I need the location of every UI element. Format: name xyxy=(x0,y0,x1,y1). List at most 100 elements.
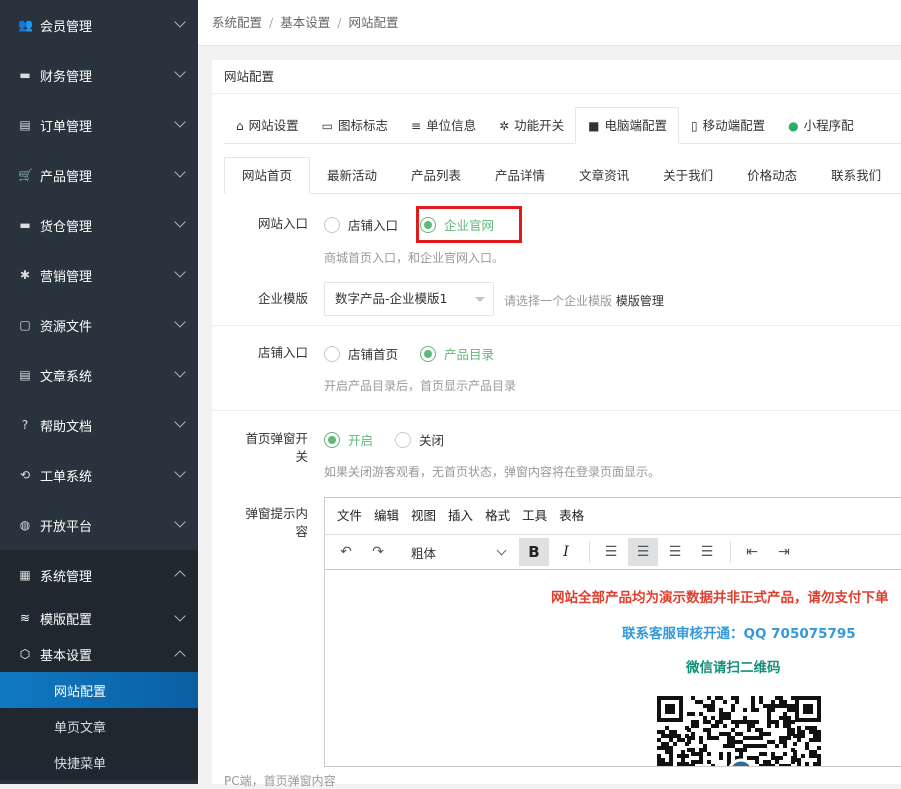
sidebar-item[interactable]: ▤ 文章系统 xyxy=(0,350,198,400)
sidebar-item[interactable]: ▬ 财务管理 xyxy=(0,50,198,100)
editor-menu-item[interactable]: 文件 xyxy=(337,508,362,523)
radio-popup-off[interactable]: 关闭 xyxy=(395,430,444,449)
editor-menu-item[interactable]: 视图 xyxy=(411,508,436,523)
toolbar-divider xyxy=(589,541,590,563)
radio-popup-on[interactable]: 开启 xyxy=(324,430,373,449)
store-entry-label: 店铺入口 xyxy=(257,345,308,360)
page-tab[interactable]: 价格动态 xyxy=(730,158,814,194)
align-left-icon[interactable]: ☰ xyxy=(596,538,626,566)
italic-icon[interactable]: I xyxy=(551,538,581,566)
sidebar-item[interactable]: ⟲ 工单系统 xyxy=(0,450,198,500)
radio-store-home[interactable]: 店铺首页 xyxy=(324,344,398,363)
page-tab[interactable]: 网站首页 xyxy=(224,157,311,194)
config-tab[interactable]: ✲ 功能开关 xyxy=(487,108,575,144)
template-manage-link[interactable]: 模版管理 xyxy=(616,294,664,308)
sidebar-sub-basic-settings[interactable]: ⬡ 基本设置 xyxy=(0,636,198,672)
chevron-down-icon xyxy=(174,66,186,78)
radio-circle-icon xyxy=(324,345,340,362)
config-tab-label: 单位信息 xyxy=(426,118,477,133)
page-tab[interactable]: 文章资讯 xyxy=(562,158,646,194)
indent-icon[interactable]: ⇥ xyxy=(769,538,799,566)
sidebar-item[interactable]: ▢ 资源文件 xyxy=(0,300,198,350)
article-icon: ▤ xyxy=(19,368,31,382)
config-tab-label: 电脑端配置 xyxy=(604,118,668,133)
breadcrumb-separator: / xyxy=(337,15,342,30)
radio-circle-icon xyxy=(324,216,340,233)
site-entry-hint: 商城首页入口，和企业官网入口。 xyxy=(324,251,505,265)
align-justify-icon[interactable]: ☰ xyxy=(692,538,722,566)
sidebar-leaf-site-config[interactable]: 网站配置 xyxy=(0,672,198,708)
sidebar-item[interactable]: ◍ 开放平台 xyxy=(0,500,198,550)
toolbar-divider xyxy=(730,541,731,563)
config-tab[interactable]: ■ 电脑端配置 xyxy=(575,107,680,144)
sidebar-leaf-shortcut-menu[interactable]: 快捷菜单 xyxy=(0,744,198,780)
font-format-value: 粗体 xyxy=(411,545,437,561)
config-tab[interactable]: ▯ 移动端配置 xyxy=(679,108,776,144)
sidebar-leaf-single-page[interactable]: 单页文章 xyxy=(0,708,198,744)
help-icon: ? xyxy=(21,418,29,432)
config-tab[interactable]: ● 小程序配 xyxy=(776,108,865,144)
popup-switch-row: 首页弹窗开关 开启 关闭 如果关闭游客观看，无首页状态，弹窗内容将在登录页面显示。 xyxy=(212,430,901,480)
sidebar: 👥 会员管理 ▬ 财务管理 ▤ 订单管理 🛒 产品管理 ▬ 货仓管理 ✱ 营销管理 ▢ 资源文件 ▤ 文章系统… xyxy=(0,0,198,784)
site-entry-label: 网站入口 xyxy=(257,216,308,231)
config-tab-label: 小程序配 xyxy=(803,118,854,133)
config-tab-label: 网站设置 xyxy=(248,118,299,133)
sidebar-item[interactable]: ▦ 系统管理 xyxy=(0,550,198,600)
config-tab[interactable]: ▭ 图标标志 xyxy=(310,108,399,144)
config-tab[interactable]: ≡ 单位信息 xyxy=(399,108,487,144)
qr-code-image xyxy=(657,696,821,766)
config-tab[interactable]: ⌂ 网站设置 xyxy=(224,108,310,144)
sidebar-item[interactable]: 👥 会员管理 xyxy=(0,0,198,50)
outdent-icon[interactable]: ⇤ xyxy=(737,538,767,566)
page-tab[interactable]: 联系我们 xyxy=(814,158,898,194)
radio-store-entry[interactable]: 店铺入口 xyxy=(324,215,398,234)
editor-menu-item[interactable]: 工具 xyxy=(522,508,547,523)
redo-icon[interactable]: ↷ xyxy=(363,538,393,566)
align-center-icon[interactable]: ☰ xyxy=(628,538,658,566)
editor-menu-item[interactable]: 格式 xyxy=(485,508,510,523)
breadcrumb-separator: / xyxy=(269,15,274,30)
template-select[interactable]: 数字产品-企业模版1 xyxy=(324,282,494,316)
cart-icon: 🛒 xyxy=(18,168,33,182)
page-tab[interactable]: 产品详情 xyxy=(478,158,562,194)
editor-menu-item[interactable]: 插入 xyxy=(448,508,473,523)
chevron-up-icon xyxy=(174,570,186,582)
chevron-down-icon xyxy=(174,116,186,128)
warehouse-icon: ▬ xyxy=(19,218,31,232)
breadcrumb-item[interactable]: 基本设置 xyxy=(280,15,330,30)
windows-icon: ■ xyxy=(588,119,600,133)
sidebar-item-label: 订单管理 xyxy=(40,119,93,135)
doc-icon: ≡ xyxy=(411,119,422,133)
sidebar-item-label: 文章系统 xyxy=(40,369,93,385)
chevron-down-icon xyxy=(496,545,507,556)
radio-product-catalog[interactable]: 产品目录 xyxy=(420,344,494,363)
undo-icon[interactable]: ↶ xyxy=(331,538,361,566)
sidebar-item[interactable]: ▬ 货仓管理 xyxy=(0,200,198,250)
editor-menu-item[interactable]: 编辑 xyxy=(374,508,399,523)
breadcrumb-item[interactable]: 系统配置 xyxy=(212,15,262,30)
radio-label: 产品目录 xyxy=(444,347,495,362)
radio-label: 关闭 xyxy=(419,433,445,448)
sidebar-submenu: ≋ 模版配置 ⬡ 基本设置 网站配置 单页文章 快捷菜单 xyxy=(0,600,198,780)
editor-menu-item[interactable]: 表格 xyxy=(559,508,584,523)
sidebar-item[interactable]: ? 帮助文档 xyxy=(0,400,198,450)
sidebar-sub-template-config[interactable]: ≋ 模版配置 xyxy=(0,600,198,636)
page-tab[interactable]: 产品列表 xyxy=(394,158,478,194)
font-format-select[interactable]: 粗体 xyxy=(403,538,513,566)
chevron-down-icon xyxy=(174,610,186,622)
sidebar-item[interactable]: 🛒 产品管理 xyxy=(0,150,198,200)
page-tab[interactable]: 最新活动 xyxy=(310,158,394,194)
sidebar-item-label: 产品管理 xyxy=(40,169,93,185)
align-right-icon[interactable]: ☰ xyxy=(660,538,690,566)
home-icon: ⌂ xyxy=(236,119,244,133)
bold-icon[interactable]: B xyxy=(519,538,549,566)
page-tab[interactable]: 关于我们 xyxy=(646,158,730,194)
sidebar-item[interactable]: ✱ 营销管理 xyxy=(0,250,198,300)
radio-label: 开启 xyxy=(348,433,374,448)
sidebar-item[interactable]: ▤ 订单管理 xyxy=(0,100,198,150)
template-label: 企业模版 xyxy=(257,291,308,306)
radio-checked-icon xyxy=(420,345,437,362)
popup-switch-label-line: 首页弹窗开 xyxy=(245,431,308,446)
ticket-icon: ⟲ xyxy=(19,468,31,482)
popup-content-hint: PC端，首页弹窗内容 xyxy=(224,774,336,788)
